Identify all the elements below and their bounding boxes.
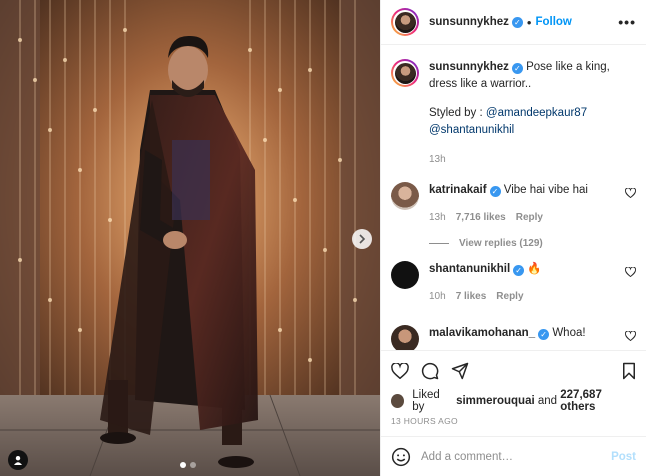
action-bar: [381, 350, 646, 390]
photo-image: [0, 0, 380, 476]
post-button[interactable]: Post: [611, 451, 636, 463]
bookmark-icon[interactable]: [622, 362, 636, 380]
post-panel: sunsunnykhez ✓ • Follow ••• sunsunnykhez…: [380, 0, 646, 476]
caption-username[interactable]: sunsunnykhez: [429, 61, 509, 73]
likes-user[interactable]: simmerouquai: [456, 395, 535, 407]
comment-reply-button[interactable]: Reply: [496, 288, 523, 305]
more-options-icon[interactable]: •••: [618, 14, 636, 30]
like-icon[interactable]: [391, 362, 409, 379]
comment-time: 13h: [429, 212, 446, 223]
post-header: sunsunnykhez ✓ • Follow •••: [381, 0, 646, 45]
caption-avatar[interactable]: [391, 59, 419, 87]
comment-reply-button[interactable]: Reply: [516, 209, 543, 226]
comment-username[interactable]: malavikamohanan_: [429, 327, 535, 339]
comment-likes[interactable]: 7 likes: [456, 288, 487, 305]
post-photo[interactable]: [0, 0, 380, 476]
heart-icon[interactable]: [625, 331, 636, 341]
verified-icon: ✓: [489, 186, 501, 197]
likes-and: and: [537, 395, 558, 407]
view-replies-label: View replies (129): [459, 238, 543, 249]
header-username[interactable]: sunsunnykhez: [429, 16, 509, 28]
carousel-indicator: [180, 462, 196, 468]
verified-icon: ✓: [513, 265, 525, 276]
comment-username[interactable]: shantanunikhil: [429, 263, 510, 275]
comment-item: shantanunikhil ✓ 🔥 10h 7 likes Reply: [391, 261, 636, 305]
comment-likes[interactable]: 7,716 likes: [456, 209, 506, 226]
caption-time: 13h: [429, 154, 446, 165]
tagged-users-button[interactable]: [8, 450, 28, 470]
post-modal: sunsunnykhez ✓ • Follow ••• sunsunnykhez…: [0, 0, 646, 476]
add-comment-bar: Post: [381, 436, 646, 476]
share-icon[interactable]: [451, 362, 469, 380]
emoji-icon[interactable]: [391, 447, 411, 467]
comment-username[interactable]: katrinakaif: [429, 184, 487, 196]
chevron-right-icon: [359, 234, 366, 244]
comment-item: malavikamohanan_ ✓ Whoa!: [391, 325, 636, 350]
caption-mention-2[interactable]: @shantanunikhil: [429, 122, 619, 139]
comments-list[interactable]: sunsunnykhez ✓ Pose like a king, dress li…: [381, 45, 646, 350]
carousel-dot-2: [190, 462, 196, 468]
comment-input[interactable]: [421, 450, 612, 463]
comment-icon[interactable]: [421, 362, 439, 380]
verified-icon: ✓: [511, 63, 523, 74]
comment-text: Vibe hai vibe hai: [503, 184, 588, 196]
comment-text: 🔥: [527, 263, 542, 275]
heart-icon[interactable]: [625, 188, 636, 198]
avatar[interactable]: [391, 8, 419, 36]
heart-icon[interactable]: [625, 267, 636, 277]
liker-avatar[interactable]: [391, 394, 405, 408]
replies-line: [429, 243, 449, 244]
verified-icon: ✓: [538, 329, 550, 340]
user-icon: [14, 456, 22, 465]
comment-text: Whoa!: [552, 327, 586, 339]
verified-icon: ✓: [511, 16, 523, 28]
follow-button[interactable]: Follow: [535, 16, 571, 28]
comment-time: 10h: [429, 291, 446, 302]
carousel-dot-1: [180, 462, 186, 468]
comment-avatar[interactable]: [391, 261, 419, 289]
caption-styled-by: Styled by :: [429, 107, 483, 119]
comment-avatar[interactable]: [391, 182, 419, 210]
comment-avatar[interactable]: [391, 325, 419, 350]
header-separator: •: [526, 14, 532, 30]
likes-others[interactable]: 227,687 others: [560, 389, 636, 413]
caption-mention-1[interactable]: @amandeepkaur87: [486, 107, 587, 119]
likes-summary: Liked by simmerouquai and 227,687 others: [381, 389, 646, 413]
comment-item: katrinakaif ✓ Vibe hai vibe hai 13h 7,716…: [391, 182, 636, 226]
view-replies-button[interactable]: View replies (129): [429, 238, 636, 249]
post-timestamp: 13 HOURS AGO: [391, 416, 458, 426]
caption: sunsunnykhez ✓ Pose like a king, dress li…: [391, 59, 636, 168]
next-slide-button[interactable]: [352, 229, 372, 249]
likes-prefix: Liked by: [412, 389, 440, 413]
